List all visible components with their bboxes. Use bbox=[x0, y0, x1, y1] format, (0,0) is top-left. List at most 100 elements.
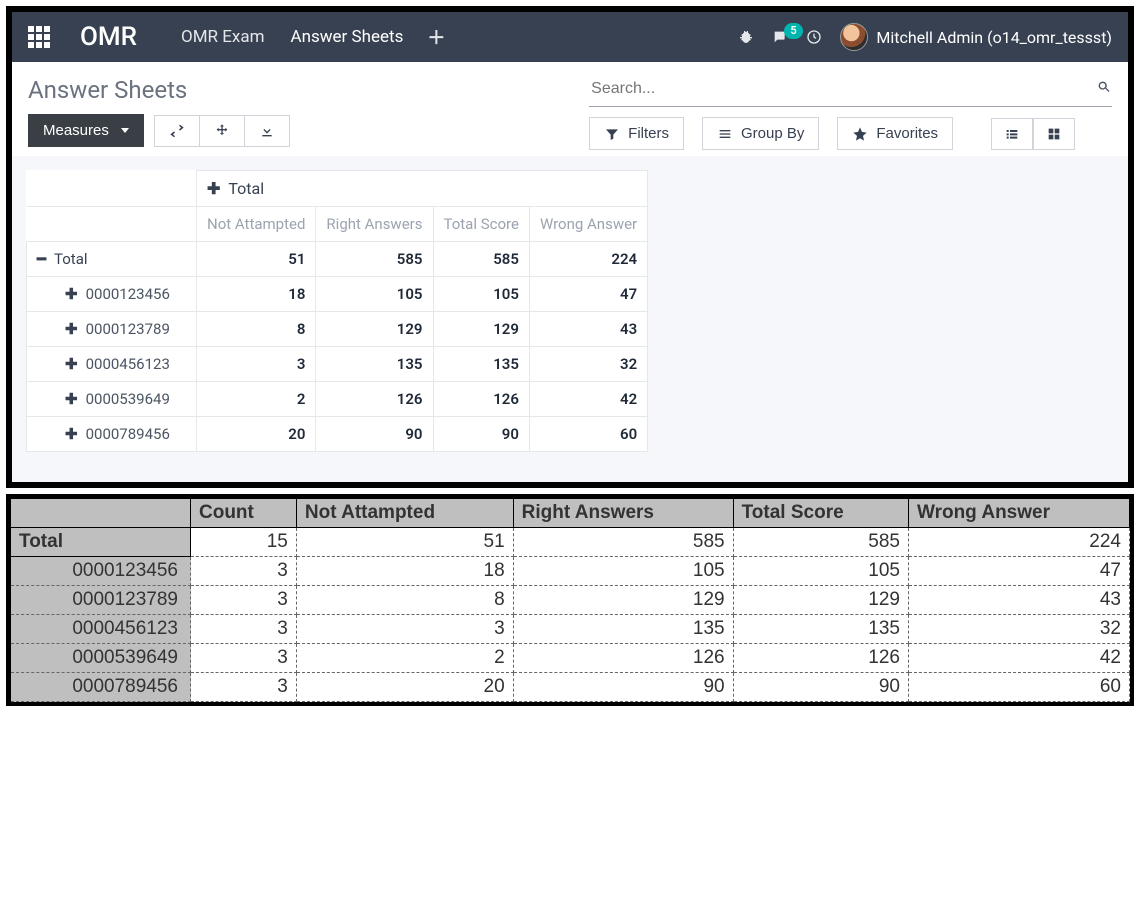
favorites-label: Favorites bbox=[876, 125, 938, 142]
cell[interactable]: 90 bbox=[316, 417, 433, 452]
summary-col-wrong: Wrong Answer bbox=[908, 499, 1129, 528]
plus-icon: ✚ bbox=[65, 425, 78, 443]
pivot-col-not-attempted[interactable]: Not Attampted bbox=[197, 207, 316, 242]
download-icon bbox=[259, 123, 275, 139]
activity-icon[interactable] bbox=[806, 29, 822, 45]
cell: 90 bbox=[513, 673, 733, 702]
pivot-col-right[interactable]: Right Answers bbox=[316, 207, 433, 242]
nav-link-answer-sheets[interactable]: Answer Sheets bbox=[291, 27, 404, 47]
summary-rowlabel: 0000789456 bbox=[11, 673, 191, 702]
pivot-row[interactable]: ✚0000123789 bbox=[27, 312, 197, 347]
cell[interactable]: 129 bbox=[316, 312, 433, 347]
summary-row: 0000789456320909060 bbox=[11, 673, 1130, 702]
cell[interactable]: 32 bbox=[529, 347, 647, 382]
summary-row: 00001237893812912943 bbox=[11, 586, 1130, 615]
cell[interactable]: 126 bbox=[433, 382, 529, 417]
cell[interactable]: 105 bbox=[316, 277, 433, 312]
star-icon bbox=[852, 126, 868, 142]
cell[interactable]: 8 bbox=[197, 312, 316, 347]
cell: 3 bbox=[191, 615, 297, 644]
cell[interactable]: 129 bbox=[433, 312, 529, 347]
cell[interactable]: 135 bbox=[433, 347, 529, 382]
flip-axis-button[interactable] bbox=[154, 115, 200, 147]
apps-icon[interactable] bbox=[28, 26, 50, 48]
cell: 105 bbox=[733, 557, 908, 586]
cell: 32 bbox=[908, 615, 1129, 644]
cell[interactable]: 18 bbox=[197, 277, 316, 312]
cell[interactable]: 135 bbox=[316, 347, 433, 382]
expand-button[interactable] bbox=[200, 115, 245, 147]
cell: 47 bbox=[908, 557, 1129, 586]
messages-badge: 5 bbox=[784, 23, 802, 39]
pivot-row[interactable]: ✚0000539649 bbox=[27, 382, 197, 417]
user-menu[interactable]: Mitchell Admin (o14_omr_tessst) bbox=[840, 23, 1112, 51]
messages-icon[interactable]: 5 bbox=[772, 29, 788, 45]
cell[interactable]: 126 bbox=[316, 382, 433, 417]
cell: 18 bbox=[296, 557, 513, 586]
cell: 126 bbox=[513, 644, 733, 673]
grid-view-icon bbox=[1046, 126, 1062, 142]
cell: 90 bbox=[733, 673, 908, 702]
add-icon[interactable]: ＋ bbox=[427, 24, 445, 50]
summary-col-right: Right Answers bbox=[513, 499, 733, 528]
cell[interactable]: 2 bbox=[197, 382, 316, 417]
move-icon bbox=[214, 123, 230, 139]
brand-title[interactable]: OMR bbox=[80, 22, 137, 52]
search-input[interactable] bbox=[589, 76, 1096, 102]
download-button[interactable] bbox=[245, 115, 290, 147]
cell[interactable]: 20 bbox=[197, 417, 316, 452]
pivot-total-header[interactable]: ✚Total bbox=[197, 171, 648, 207]
summary-rowlabel: 0000123789 bbox=[11, 586, 191, 615]
summary-row-total: Total 15 51 585 585 224 bbox=[11, 528, 1130, 557]
summary-row: 00004561233313513532 bbox=[11, 615, 1130, 644]
summary-col-not-attempted: Not Attampted bbox=[296, 499, 513, 528]
cell[interactable]: 43 bbox=[529, 312, 647, 347]
cell: 3 bbox=[191, 557, 297, 586]
plus-icon: ✚ bbox=[65, 355, 78, 373]
cell: 2 bbox=[296, 644, 513, 673]
pivot-col-score[interactable]: Total Score bbox=[433, 207, 529, 242]
cell[interactable]: 51 bbox=[197, 242, 316, 277]
summary-rowlabel: 0000456123 bbox=[11, 615, 191, 644]
chevron-down-icon bbox=[121, 128, 129, 133]
cell: 135 bbox=[513, 615, 733, 644]
cell[interactable]: 90 bbox=[433, 417, 529, 452]
pivot-row-total[interactable]: ━Total bbox=[27, 242, 197, 277]
summary-rowlabel: 0000123456 bbox=[11, 557, 191, 586]
pivot-table: ✚Total Not Attampted Right Answers Total… bbox=[26, 170, 648, 452]
cell[interactable]: 585 bbox=[433, 242, 529, 277]
pivot-row[interactable]: ✚0000456123 bbox=[27, 347, 197, 382]
pivot-row[interactable]: ✚0000789456 bbox=[27, 417, 197, 452]
nav-link-omr-exam[interactable]: OMR Exam bbox=[181, 27, 264, 47]
summary-corner bbox=[11, 499, 191, 528]
plus-icon: ✚ bbox=[65, 390, 78, 408]
favorites-button[interactable]: Favorites bbox=[837, 117, 953, 150]
plus-icon: ✚ bbox=[65, 285, 78, 303]
cell[interactable]: 42 bbox=[529, 382, 647, 417]
bug-icon[interactable] bbox=[738, 29, 754, 45]
cell: 224 bbox=[908, 528, 1129, 557]
search-icon[interactable] bbox=[1096, 79, 1112, 99]
plus-icon: ✚ bbox=[207, 179, 220, 198]
measures-button[interactable]: Measures bbox=[28, 114, 144, 147]
pivot-col-wrong[interactable]: Wrong Answer bbox=[529, 207, 647, 242]
cell[interactable]: 224 bbox=[529, 242, 647, 277]
cell: 585 bbox=[513, 528, 733, 557]
cell[interactable]: 47 bbox=[529, 277, 647, 312]
cell: 43 bbox=[908, 586, 1129, 615]
measures-label: Measures bbox=[43, 122, 109, 139]
cell: 20 bbox=[296, 673, 513, 702]
cell[interactable]: 105 bbox=[433, 277, 529, 312]
cell[interactable]: 60 bbox=[529, 417, 647, 452]
groupby-button[interactable]: Group By bbox=[702, 117, 819, 150]
cell: 129 bbox=[513, 586, 733, 615]
view-pivot-button[interactable] bbox=[1033, 118, 1075, 150]
cell[interactable]: 3 bbox=[197, 347, 316, 382]
cell[interactable]: 585 bbox=[316, 242, 433, 277]
filters-button[interactable]: Filters bbox=[589, 117, 684, 150]
plus-icon: ✚ bbox=[65, 320, 78, 338]
view-list-button[interactable] bbox=[991, 118, 1033, 150]
summary-row: 00005396493212612642 bbox=[11, 644, 1130, 673]
pivot-row[interactable]: ✚0000123456 bbox=[27, 277, 197, 312]
cell: 8 bbox=[296, 586, 513, 615]
